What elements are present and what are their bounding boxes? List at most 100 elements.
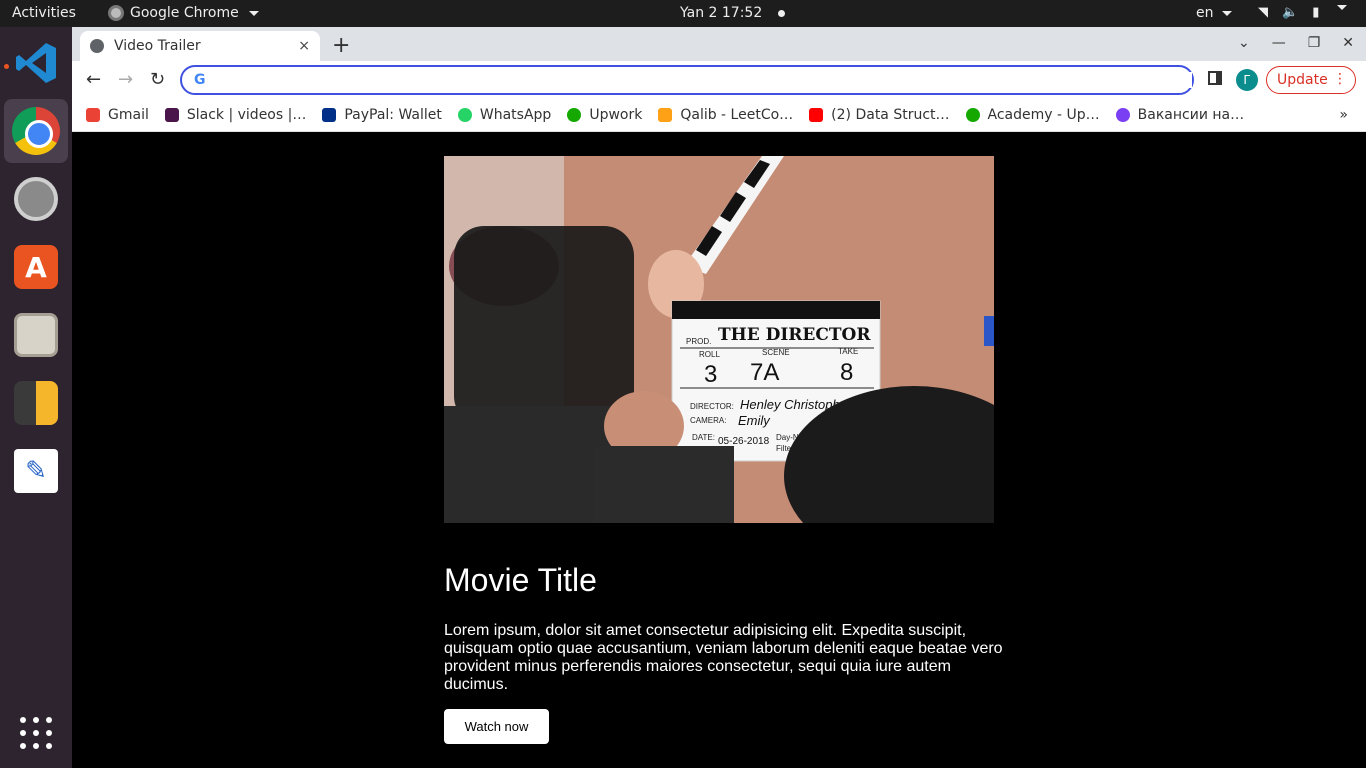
clapper-director-label: DIRECTOR: <box>690 402 734 411</box>
page-content: THE DIRECTOR PROD. ROLL SCENE TAKE 3 7A … <box>72 132 1366 768</box>
dock: A ✎ <box>0 27 72 768</box>
chevron-down-icon <box>248 10 259 16</box>
clapper-scene: 7A <box>750 359 779 386</box>
clapper-prod-label: PROD. <box>686 337 711 346</box>
bookmark-slack[interactable]: Slack | videos |… <box>164 107 307 123</box>
clapper-camera-label: CAMERA: <box>690 416 726 425</box>
profile-avatar[interactable]: Г <box>1236 69 1258 91</box>
wifi-icon: ◥ <box>1258 5 1268 20</box>
reload-icon[interactable]: ↻ <box>150 69 165 90</box>
bookmark-leetcode[interactable]: Qalib - LeetCo… <box>658 107 793 123</box>
bookmark-label: Slack | videos |… <box>186 107 307 123</box>
clock[interactable]: Yan 2 17:52 <box>680 5 786 21</box>
address-input[interactable] <box>215 72 1192 88</box>
upwork-icon <box>965 108 980 122</box>
volume-icon: 🔈 <box>1282 5 1299 20</box>
battery-icon: ▮ <box>1312 5 1320 20</box>
notification-dot-icon <box>778 9 786 17</box>
clapper-take-label: TAKE <box>838 347 858 356</box>
app-menu[interactable]: Google Chrome <box>108 5 259 21</box>
language-selector[interactable]: en <box>1196 5 1232 21</box>
bookmark-label: Qalib - LeetCo… <box>680 107 794 123</box>
restore-icon[interactable]: ❐ <box>1308 35 1321 51</box>
dock-settings[interactable] <box>4 167 68 231</box>
bookmark-label: (2) Data Struct… <box>831 107 950 123</box>
dock-vscode[interactable] <box>4 31 68 95</box>
kebab-menu-icon[interactable]: ⋮ <box>1333 71 1347 87</box>
bookmark-label: Upwork <box>589 107 643 123</box>
clapper-take: 8 <box>840 359 853 386</box>
clapper-roll: 3 <box>704 361 717 388</box>
software-store-icon: A <box>14 245 58 289</box>
bookmark-label: Academy - Up… <box>987 107 1100 123</box>
watch-now-button[interactable]: Watch now <box>444 709 549 744</box>
youtube-icon <box>809 108 824 122</box>
bookmark-label: WhatsApp <box>479 107 552 123</box>
chevron-down-icon <box>1337 5 1348 10</box>
browser-window: Video Trailer × + ⌄ — ❐ ✕ ← → ↻ G Г Upda… <box>72 27 1366 132</box>
bookmark-djinni[interactable]: Вакансии на… <box>1115 107 1245 123</box>
show-apps-grid-icon[interactable] <box>20 717 52 749</box>
clapper-roll-label: ROLL <box>699 350 720 359</box>
system-tray[interactable]: ◥ 🔈 ▮ <box>1258 5 1348 20</box>
bookmark-whatsapp[interactable]: WhatsApp <box>457 107 552 123</box>
clapper-date: 05-26-2018 <box>718 436 770 447</box>
close-window-icon[interactable]: ✕ <box>1342 35 1354 51</box>
chrome-small-icon <box>108 5 124 21</box>
globe-icon <box>90 39 104 53</box>
dock-text-editor[interactable]: ✎ <box>4 439 68 503</box>
update-button[interactable]: Update ⋮ <box>1266 66 1356 94</box>
minimize-icon[interactable]: — <box>1272 35 1286 51</box>
side-panel-icon[interactable] <box>1208 71 1222 85</box>
dock-software[interactable]: A <box>4 235 68 299</box>
new-tab-button[interactable]: + <box>332 33 350 58</box>
system-top-bar: Activities Google Chrome Yan 2 17:52 en … <box>0 0 1366 27</box>
gmail-icon <box>86 108 100 122</box>
calculator-icon <box>14 381 58 425</box>
clock-label: Yan 2 17:52 <box>680 5 763 21</box>
bookmarks-overflow-icon[interactable]: » <box>1339 107 1348 123</box>
bookmarks-bar: Gmail Slack | videos |… PayPal: Wallet W… <box>72 99 1366 132</box>
bookmark-gmail[interactable]: Gmail <box>86 107 149 123</box>
dock-chrome[interactable] <box>4 99 68 163</box>
chevron-down-icon <box>1221 10 1232 16</box>
clapper-heading: THE DIRECTOR <box>718 325 871 345</box>
clapper-date-label: DATE: <box>692 433 715 442</box>
google-g-icon: G <box>194 72 206 88</box>
slack-icon <box>164 108 179 122</box>
movie-title: Movie Title <box>444 562 597 598</box>
files-icon <box>14 313 58 357</box>
hero-image: THE DIRECTOR PROD. ROLL SCENE TAKE 3 7A … <box>444 156 994 523</box>
settings-icon <box>14 177 58 221</box>
window-controls: ⌄ — ❐ ✕ <box>1238 35 1354 51</box>
chrome-icon <box>12 107 60 155</box>
whatsapp-icon <box>457 108 472 122</box>
tab-search-icon[interactable]: ⌄ <box>1238 35 1250 51</box>
tab-video-trailer[interactable]: Video Trailer × <box>80 31 320 61</box>
bookmark-label: Gmail <box>108 107 149 123</box>
movie-description: Lorem ipsum, dolor sit amet consectetur … <box>444 622 1003 693</box>
bookmark-youtube[interactable]: (2) Data Struct… <box>809 107 950 123</box>
app-menu-label: Google Chrome <box>130 5 239 21</box>
bookmark-upwork[interactable]: Upwork <box>567 107 642 123</box>
djinni-icon <box>1115 108 1130 122</box>
tab-close-icon[interactable]: × <box>298 38 310 54</box>
clapperboard-photo: THE DIRECTOR PROD. ROLL SCENE TAKE 3 7A … <box>444 156 994 523</box>
address-bar[interactable]: G <box>180 65 1194 95</box>
tab-title: Video Trailer <box>114 38 201 54</box>
dock-files[interactable] <box>4 303 68 367</box>
leetcode-icon <box>658 108 673 122</box>
update-label: Update <box>1277 72 1328 88</box>
dock-calculator[interactable] <box>4 371 68 435</box>
clapper-camera: Emily <box>738 413 771 428</box>
forward-arrow-icon[interactable]: → <box>118 69 133 90</box>
activities-button[interactable]: Activities <box>12 5 76 21</box>
language-label: en <box>1196 5 1214 21</box>
bookmark-academy-upwork[interactable]: Academy - Up… <box>965 107 1100 123</box>
vscode-icon <box>16 43 56 83</box>
bookmark-label: Вакансии на… <box>1137 107 1245 123</box>
back-arrow-icon[interactable]: ← <box>86 69 101 90</box>
bookmark-paypal[interactable]: PayPal: Wallet <box>322 107 442 123</box>
bookmark-label: PayPal: Wallet <box>344 107 442 123</box>
clapper-scene-label: SCENE <box>762 348 790 357</box>
